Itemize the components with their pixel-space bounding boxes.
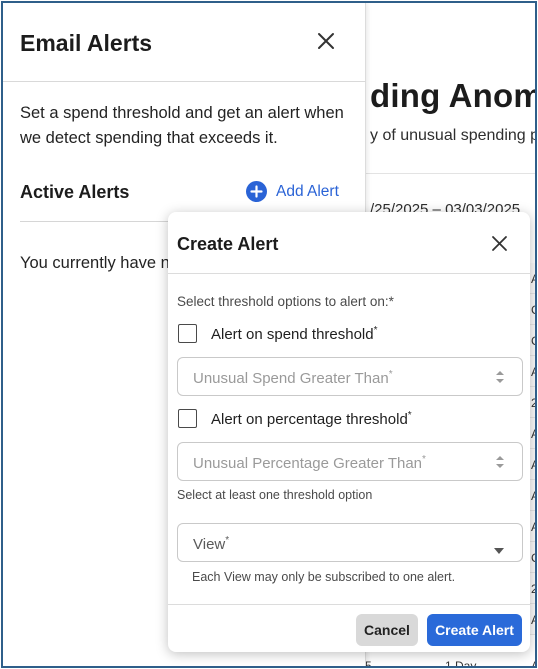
- create-alert-modal: Create Alert Select threshold options to…: [168, 212, 530, 652]
- page-subtitle: y of unusual spending p: [370, 127, 537, 144]
- view-select-label: View*: [193, 535, 229, 553]
- percentage-threshold-input[interactable]: Unusual Percentage Greater Than*: [177, 442, 523, 481]
- checkbox[interactable]: [178, 324, 197, 343]
- drawer-description: Set a spend threshold and get an alert w…: [20, 104, 344, 147]
- spend-threshold-checkbox[interactable]: Alert on spend threshold*: [178, 324, 378, 343]
- empty-state-text: You currently have n: [20, 254, 170, 272]
- spinner-arrows-icon[interactable]: [494, 453, 506, 471]
- table-cell: C: [529, 325, 535, 356]
- placeholder-text: Unusual Spend Greater Than: [193, 370, 389, 387]
- percentage-threshold-checkbox[interactable]: Alert on percentage threshold*: [178, 409, 412, 428]
- view-select[interactable]: View*: [177, 523, 523, 562]
- table-cell: A: [529, 480, 535, 511]
- threshold-helper-text: Select at least one threshold option: [177, 488, 373, 502]
- close-icon[interactable]: [315, 30, 337, 52]
- divider: [3, 81, 366, 82]
- percentage-threshold-label: Alert on percentage threshold*: [211, 410, 412, 428]
- spend-threshold-input[interactable]: Unusual Spend Greater Than*: [177, 357, 523, 396]
- checkbox[interactable]: [178, 409, 197, 428]
- table-cell: 2: [529, 573, 535, 604]
- divider: [168, 604, 530, 605]
- input-placeholder: Unusual Percentage Greater Than*: [193, 454, 426, 472]
- screenshot-frame: ding Anoma y of unusual spending p /25/2…: [1, 1, 537, 668]
- label-text: Alert on spend threshold: [211, 325, 374, 343]
- required-mark: *: [225, 535, 230, 546]
- table-cell: A: [529, 449, 535, 480]
- spinner-arrows-icon[interactable]: [494, 368, 506, 386]
- view-note: Each View may only be subscribed to one …: [192, 570, 456, 584]
- threshold-options-label: Select threshold options to alert on:*: [177, 294, 394, 309]
- placeholder-text: Unusual Percentage Greater Than: [193, 455, 423, 472]
- add-alert-label: Add Alert: [276, 182, 339, 200]
- divider: [168, 273, 530, 274]
- required-mark: *: [422, 454, 426, 465]
- table-column: A C C A 2 A A A A C 2 A: [529, 263, 535, 635]
- required-mark: *: [388, 369, 393, 380]
- table-cell: A: [529, 263, 535, 294]
- table-cell: A: [529, 356, 535, 387]
- spend-threshold-label: Alert on spend threshold*: [211, 325, 378, 343]
- active-alerts-heading: Active Alerts: [20, 182, 130, 202]
- input-placeholder: Unusual Spend Greater Than*: [193, 369, 393, 387]
- add-alert-button[interactable]: Add Alert: [246, 181, 339, 202]
- table-cell: A: [529, 511, 535, 542]
- drawer-title: Email Alerts: [20, 30, 153, 56]
- table-cell: 1 Day: [445, 659, 477, 668]
- close-icon[interactable]: [490, 234, 509, 253]
- modal-title: Create Alert: [177, 234, 279, 254]
- cancel-button[interactable]: Cancel: [356, 614, 418, 646]
- table-cell: A: [529, 418, 535, 449]
- table-cell: 5: [365, 659, 372, 668]
- page-title: ding Anoma: [370, 77, 535, 114]
- required-mark: *: [373, 324, 378, 336]
- caret-down-icon: [494, 541, 504, 554]
- plus-circle-icon: [246, 181, 267, 202]
- create-alert-button[interactable]: Create Alert: [427, 614, 522, 646]
- table-cell: A: [529, 604, 535, 635]
- required-mark: *: [407, 409, 412, 421]
- label-text: Alert on percentage threshold: [211, 410, 408, 428]
- table-cell: A: [531, 659, 535, 666]
- table-cell: C: [529, 542, 535, 573]
- label-text: View: [193, 536, 226, 553]
- table-cell: C: [529, 294, 535, 325]
- table-cell: 2: [529, 387, 535, 418]
